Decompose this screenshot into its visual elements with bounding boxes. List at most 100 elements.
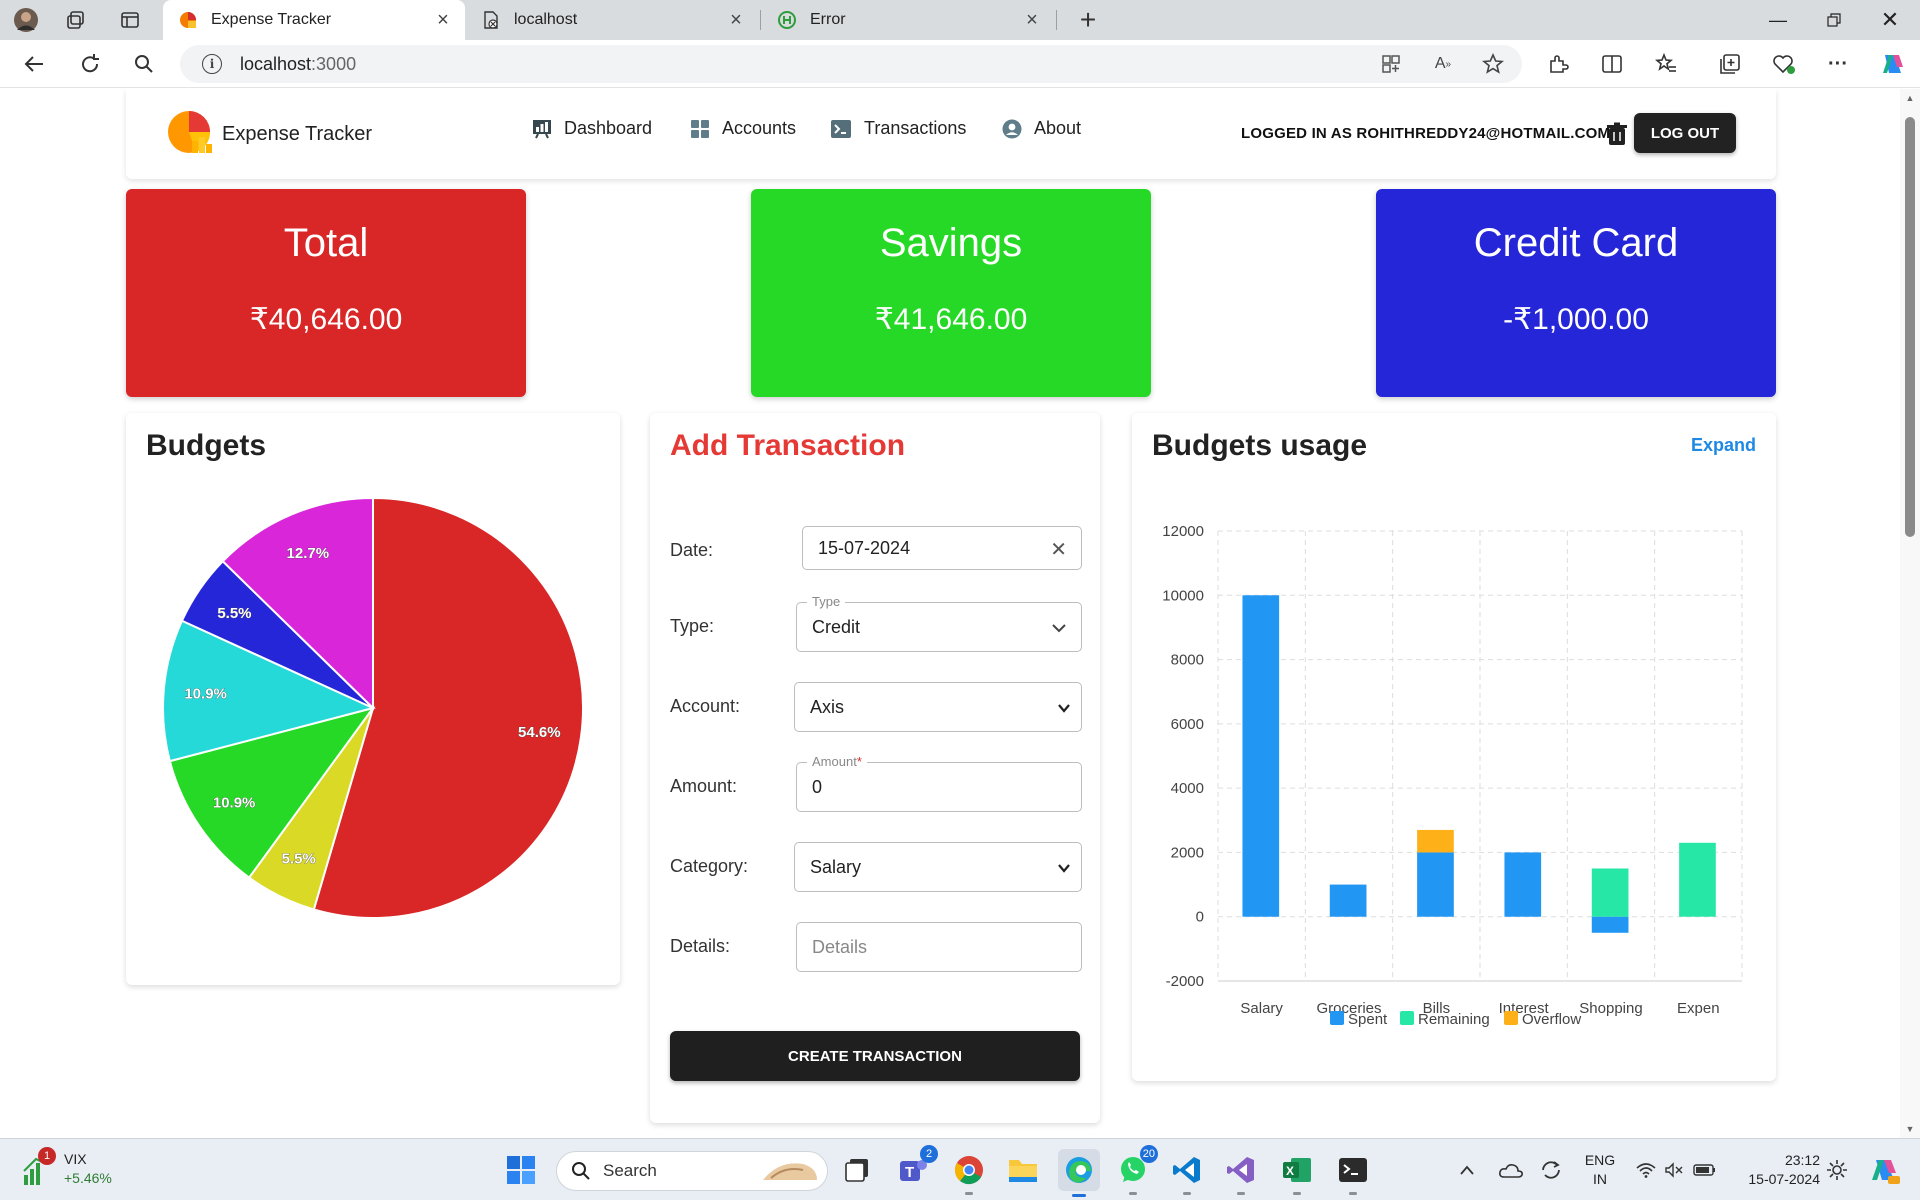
nav-transactions-label: Transactions	[864, 118, 967, 138]
bar-remaining[interactable]	[1591, 868, 1629, 917]
close-window-icon[interactable]: ✕	[1862, 0, 1918, 40]
app-navbar: Expense Tracker Dashboard Accounts Trans…	[126, 89, 1776, 179]
legend-item[interactable]: Spent	[1330, 1011, 1388, 1028]
profile-avatar-icon[interactable]	[12, 6, 40, 34]
wifi-icon[interactable]	[1632, 1151, 1660, 1189]
bar-spent[interactable]	[1242, 595, 1280, 917]
show-hidden-icons-icon[interactable]	[1454, 1151, 1480, 1189]
start-button[interactable]	[502, 1151, 540, 1189]
close-tab-icon[interactable]: ×	[1020, 9, 1044, 32]
extensions-icon[interactable]	[1542, 49, 1574, 79]
brand-name: Expense Tracker	[222, 122, 373, 145]
clock[interactable]: 23:12 15-07-2024	[1730, 1151, 1820, 1189]
terminal-icon[interactable]	[1334, 1151, 1372, 1195]
tab-title: Expense Tracker	[211, 11, 332, 28]
volume-muted-icon[interactable]	[1660, 1151, 1688, 1189]
copilot-icon[interactable]	[1876, 49, 1908, 79]
sync-icon[interactable]	[1536, 1151, 1566, 1189]
amount-value: 0	[812, 776, 823, 797]
close-tab-icon[interactable]: ×	[431, 9, 455, 32]
svg-text:X: X	[1286, 1164, 1294, 1178]
nav-accounts[interactable]: Accounts	[690, 118, 796, 139]
delete-account-icon[interactable]	[1604, 121, 1630, 147]
y-tick-label: 10000	[1162, 587, 1204, 604]
whatsapp-icon[interactable]: 20	[1114, 1145, 1158, 1195]
url-field[interactable]: i localhost:3000	[180, 45, 1522, 83]
read-aloud-icon[interactable]: A»	[1428, 49, 1458, 79]
file-explorer-icon[interactable]	[1004, 1151, 1042, 1189]
bar-spent[interactable]	[1591, 916, 1629, 933]
minimize-icon[interactable]: —	[1750, 0, 1806, 40]
site-info-icon[interactable]: i	[202, 54, 222, 74]
battery-icon[interactable]	[1690, 1151, 1720, 1189]
type-legend: Type	[807, 594, 846, 609]
type-select[interactable]: Type Credit	[796, 594, 1082, 652]
amount-input[interactable]: Amount* 0	[796, 754, 1082, 812]
bar-overflow[interactable]	[1417, 829, 1454, 853]
scrollbar-thumb[interactable]	[1905, 117, 1915, 537]
type-value: Credit	[812, 616, 861, 637]
pie-slice-label: 5.5%	[282, 851, 316, 868]
language-indicator[interactable]: ENG IN	[1580, 1151, 1620, 1189]
account-card-total[interactable]: Total ₹40,646.00	[126, 189, 526, 397]
back-icon[interactable]	[16, 48, 52, 80]
logout-button[interactable]: LOG OUT	[1634, 113, 1736, 153]
nav-transactions[interactable]: Transactions	[830, 118, 966, 139]
category-select[interactable]: Salary	[794, 842, 1082, 892]
account-card-credit-card[interactable]: Credit Card -₹1,000.00	[1376, 189, 1776, 397]
clear-date-icon[interactable]: ✕	[1050, 537, 1067, 562]
account-card-savings[interactable]: Savings ₹41,646.00	[751, 189, 1151, 397]
search-icon	[572, 1162, 590, 1180]
expand-link[interactable]: Expand	[1691, 435, 1756, 456]
legend-item[interactable]: Remaining	[1400, 1011, 1490, 1028]
restore-icon[interactable]	[1806, 0, 1862, 40]
vscode-icon[interactable]	[1168, 1151, 1206, 1195]
legend-item[interactable]: Overflow	[1504, 1011, 1581, 1028]
address-bar-row: i localhost:3000 A» ···	[0, 40, 1920, 88]
widget-badge: 1	[38, 1147, 56, 1165]
search-icon[interactable]	[126, 48, 162, 80]
account-select[interactable]: Axis	[794, 682, 1082, 732]
nav-dashboard-label: Dashboard	[564, 118, 653, 138]
browser-essentials-icon[interactable]	[1768, 49, 1800, 79]
tab-expense-tracker[interactable]: Expense Tracker ×	[163, 0, 465, 40]
onedrive-icon[interactable]	[1496, 1151, 1526, 1189]
bar-spent[interactable]	[1417, 852, 1454, 917]
bar-remaining[interactable]	[1679, 842, 1716, 917]
bar-spent[interactable]	[1329, 884, 1367, 917]
excel-icon[interactable]: X	[1278, 1151, 1316, 1195]
visual-studio-icon[interactable]	[1222, 1151, 1260, 1195]
app-available-icon[interactable]	[1376, 49, 1406, 79]
stock-widget[interactable]: 1 VIX +5.46%	[22, 1147, 152, 1191]
tab-error[interactable]: Error ×	[762, 0, 1054, 40]
tab-localhost[interactable]: localhost ×	[466, 0, 758, 40]
vertical-tabs-icon[interactable]	[116, 6, 144, 34]
refresh-icon[interactable]	[72, 48, 108, 80]
notification-settings-icon[interactable]	[1822, 1151, 1852, 1189]
date-input[interactable]: 15-07-2024 ✕	[802, 526, 1082, 570]
copilot-icon[interactable]	[1864, 1151, 1904, 1189]
details-input[interactable]: Details	[796, 922, 1082, 972]
create-transaction-button[interactable]: CREATE TRANSACTION	[670, 1031, 1080, 1081]
split-screen-icon[interactable]	[1596, 49, 1628, 79]
favorite-star-icon[interactable]	[1478, 49, 1508, 79]
new-tab-icon[interactable]: +	[1074, 4, 1102, 35]
account-balance: -₹1,000.00	[1503, 303, 1649, 336]
close-tab-icon[interactable]: ×	[724, 9, 748, 32]
chrome-icon[interactable]	[950, 1151, 988, 1195]
edge-icon[interactable]	[1058, 1149, 1100, 1197]
brand[interactable]: Expense Tracker	[166, 109, 372, 159]
dashboard-icon	[533, 119, 551, 138]
nav-dashboard[interactable]: Dashboard	[532, 118, 652, 139]
more-options-icon[interactable]: ···	[1822, 49, 1854, 79]
favorites-icon[interactable]	[1650, 49, 1682, 79]
collections-icon[interactable]	[1714, 49, 1746, 79]
workspaces-icon[interactable]	[62, 6, 90, 34]
taskbar-search[interactable]: Search	[556, 1151, 828, 1191]
nav-about[interactable]: About	[1002, 118, 1081, 139]
task-view-icon[interactable]	[838, 1151, 876, 1189]
page-scrollbar[interactable]: ▲ ▼	[1900, 89, 1920, 1138]
required-marker: *	[856, 754, 862, 769]
bar-spent[interactable]	[1504, 852, 1542, 917]
teams-icon[interactable]: T 2	[894, 1145, 938, 1189]
